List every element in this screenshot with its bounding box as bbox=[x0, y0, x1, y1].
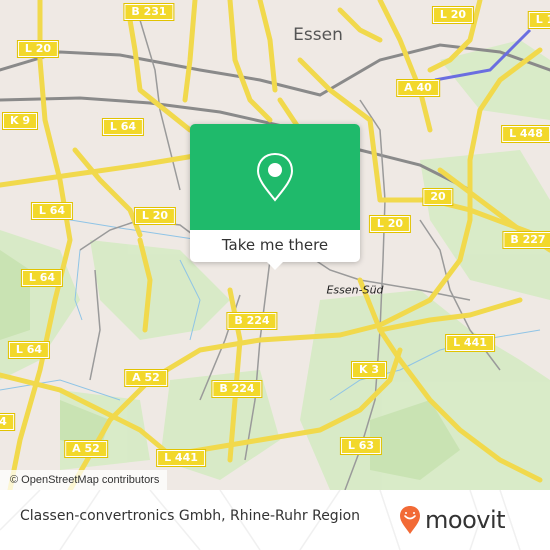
road-label-a52: A 52 bbox=[64, 440, 108, 458]
road-label-l441: L 441 bbox=[156, 449, 206, 467]
city-label-essen-sud: Essen-Süd bbox=[326, 283, 384, 297]
road-label-a40: A 40 bbox=[396, 79, 440, 97]
map-attribution[interactable]: © OpenStreetMap contributors bbox=[0, 470, 168, 490]
road-label-partial: 4 bbox=[0, 413, 15, 431]
moovit-logo-pin-icon bbox=[400, 506, 420, 534]
take-me-there-button[interactable]: Take me there bbox=[190, 230, 360, 262]
location-pin-icon bbox=[256, 152, 294, 202]
moovit-wordmark: moovit bbox=[425, 506, 506, 534]
road-label-b224: B 224 bbox=[226, 312, 278, 330]
road-label-l448: L 448 bbox=[501, 125, 550, 143]
road-label-l64: L 64 bbox=[30, 202, 74, 220]
city-label-essen: Essen bbox=[293, 25, 343, 45]
moovit-logo[interactable]: moovit bbox=[399, 504, 506, 536]
map-view[interactable]: Essen Essen-Süd B 231 L 20 L 20 L 1 K 9 … bbox=[0, 0, 550, 490]
road-label-l63: L 63 bbox=[339, 437, 383, 455]
road-label-l64: L 64 bbox=[7, 341, 51, 359]
road-label-a52: A 52 bbox=[124, 369, 168, 387]
place-name: Classen-convertronics Gmbh, Rhine-Ruhr R… bbox=[20, 508, 361, 524]
road-label-b224: B 224 bbox=[211, 380, 263, 398]
location-popup: Take me there bbox=[190, 124, 360, 270]
popup-pointer bbox=[267, 262, 283, 270]
road-label-l20: L 20 bbox=[16, 40, 60, 58]
road-label-l64: L 64 bbox=[20, 269, 64, 287]
road-label-l64: L 64 bbox=[101, 118, 145, 136]
popup-header bbox=[190, 124, 360, 230]
road-label-l20: L 20 bbox=[133, 207, 177, 225]
road-label-l20: L 20 bbox=[368, 215, 412, 233]
road-label-k9: K 9 bbox=[1, 112, 39, 130]
road-label-b227: B 227 bbox=[502, 231, 550, 249]
footer-bar: Classen-convertronics Gmbh, Rhine-Ruhr R… bbox=[0, 490, 550, 550]
road-label-k3: K 3 bbox=[350, 361, 388, 379]
road-label-b231: B 231 bbox=[123, 3, 175, 21]
road-label-l20: 20 bbox=[422, 188, 454, 206]
road-label-l441: L 441 bbox=[445, 334, 495, 352]
road-label-l1: L 1 bbox=[527, 11, 550, 29]
road-label-l20: L 20 bbox=[431, 6, 475, 24]
